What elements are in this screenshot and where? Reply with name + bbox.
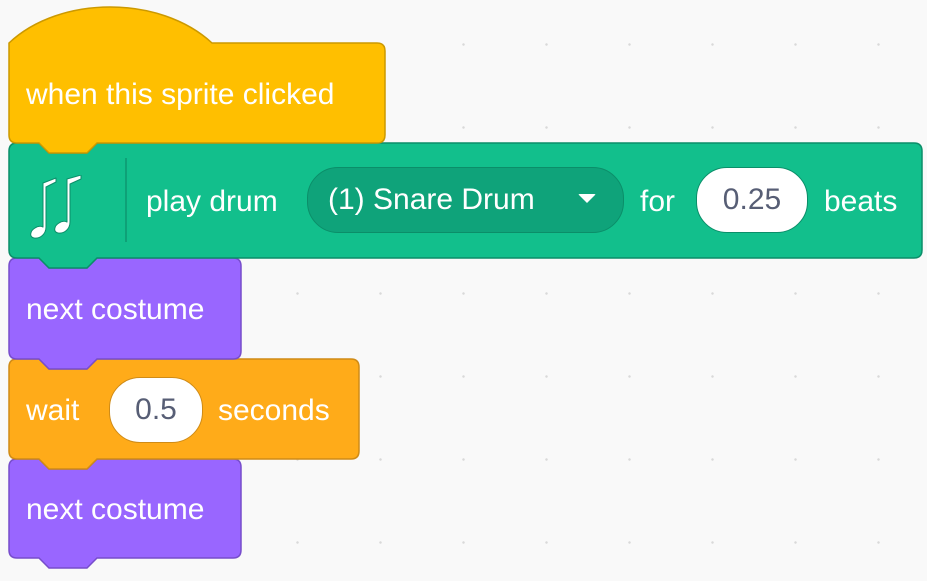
next-costume-label-2: next costume <box>26 493 205 526</box>
seconds-label: seconds <box>218 394 330 427</box>
hat-block-label: when this sprite clicked <box>26 78 335 111</box>
play-drum-label: play drum <box>146 185 278 218</box>
drum-select-value: (1) Snare Drum <box>328 183 535 216</box>
beats-input[interactable]: 0.25 <box>696 167 808 233</box>
wait-seconds-input[interactable]: 0.5 <box>109 377 203 443</box>
beats-label: beats <box>824 185 898 218</box>
music-notes-icon <box>30 175 82 239</box>
code-workspace[interactable]: when this sprite clicked play drum (1) S… <box>0 0 927 581</box>
chevron-down-icon <box>578 194 596 203</box>
wait-label: wait <box>26 394 80 427</box>
drum-select-dropdown[interactable]: (1) Snare Drum <box>307 167 624 233</box>
block-icon-separator <box>125 158 127 242</box>
for-label: for <box>640 185 676 218</box>
next-costume-label-1: next costume <box>26 293 205 326</box>
